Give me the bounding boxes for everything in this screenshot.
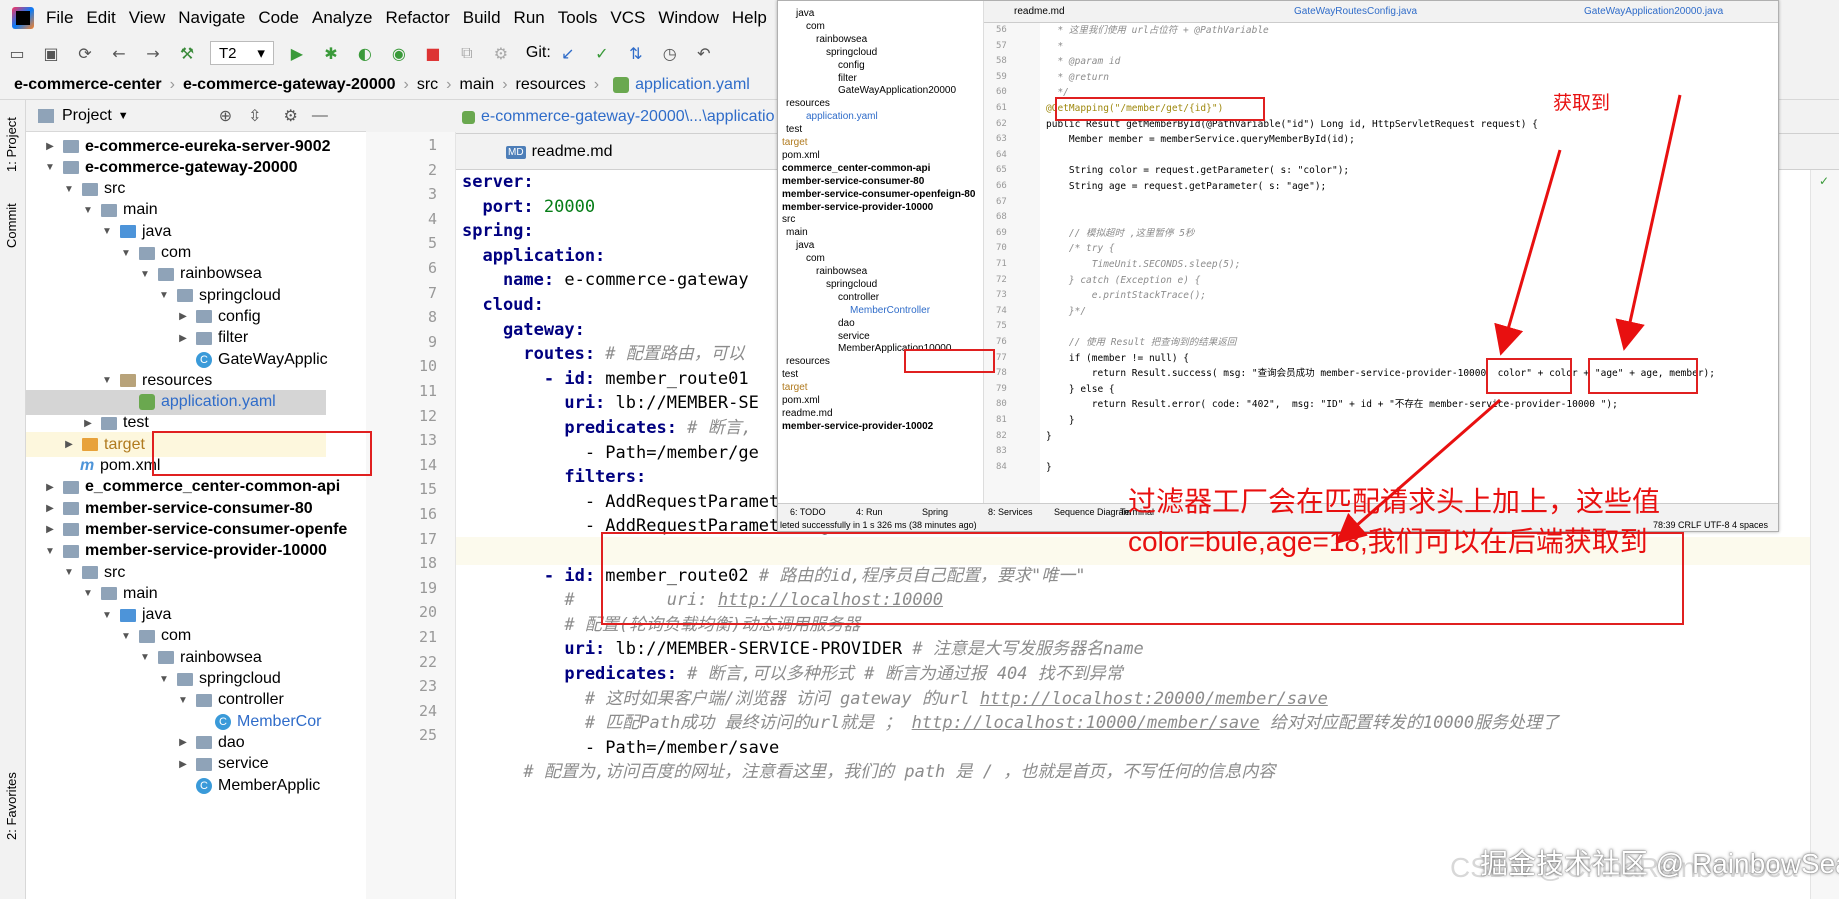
watermark: 掘金技术社区 @ RainbowSea [1480,848,1839,879]
arrow-to-age [1615,94,1682,351]
arrow-to-color [1494,149,1562,356]
filter-annotation-line1: 过滤器工厂会在匹配请求头上加上，这些值 [1128,486,1661,517]
obtained-annotation: 获取到 [1553,93,1611,114]
annotation-arrows [1335,94,1682,544]
filter-annotation-line2: color=bule,age=18,我们可以在后端获取到 [1128,526,1648,557]
